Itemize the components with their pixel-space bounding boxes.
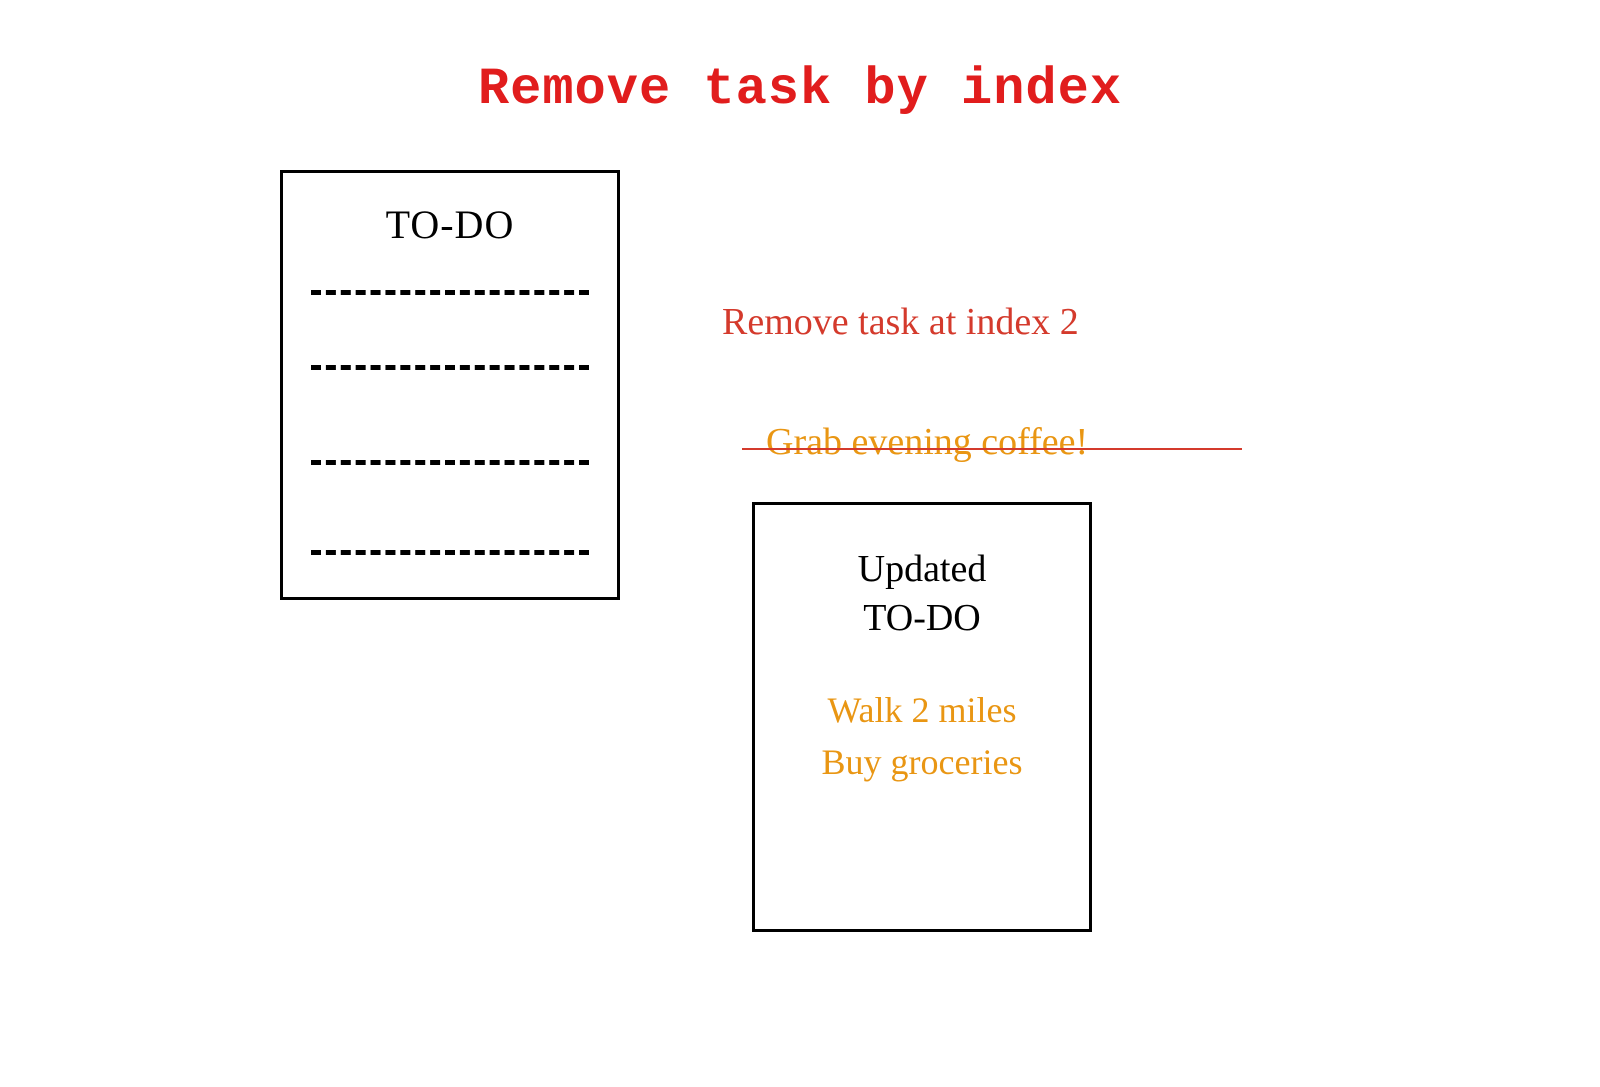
todo-placeholder-line	[311, 460, 589, 465]
original-todo-heading: TO-DO	[283, 201, 617, 248]
updated-todo-item: Walk 2 miles	[827, 690, 1016, 730]
updated-todo-box: Updated TO-DO Walk 2 miles Buy groceries	[752, 502, 1092, 932]
todo-placeholder-line	[311, 365, 589, 370]
original-todo-box: TO-DO	[280, 170, 620, 600]
updated-heading-line-1: Updated	[858, 548, 987, 590]
todo-placeholder-line	[311, 550, 589, 555]
updated-todo-items: Walk 2 miles Buy groceries	[755, 684, 1089, 788]
strikethrough-line	[742, 448, 1242, 450]
updated-heading-line-2: TO-DO	[863, 597, 981, 639]
page-title: Remove task by index	[0, 60, 1600, 119]
remove-instruction-text: Remove task at index 2	[722, 300, 1079, 344]
removed-task-text: Grab evening coffee!	[766, 420, 1088, 464]
updated-todo-item: Buy groceries	[822, 742, 1023, 782]
todo-placeholder-line	[311, 290, 589, 295]
updated-todo-heading: Updated TO-DO	[755, 545, 1089, 644]
diagram-canvas: Remove task by index TO-DO Remove task a…	[0, 0, 1600, 1087]
